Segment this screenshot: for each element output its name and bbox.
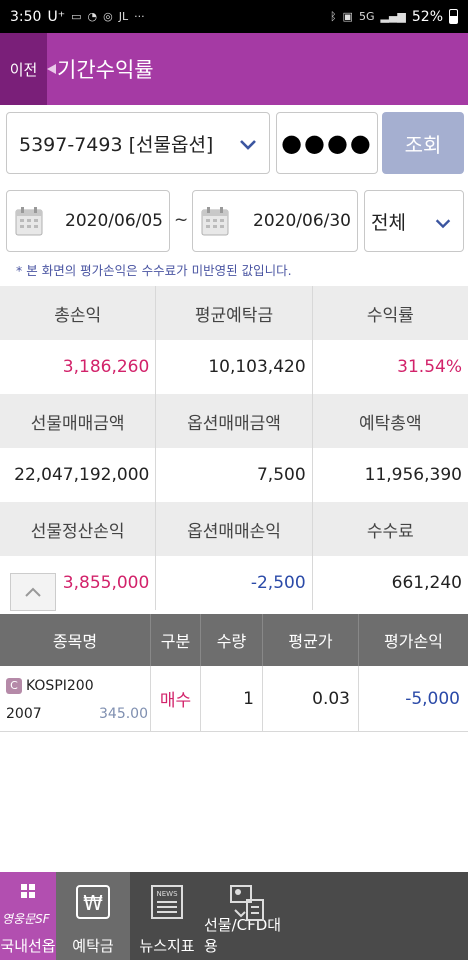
futures-trade-amount-label: 선물매매금액 [0, 394, 157, 448]
options-trade-amount-label: 옵션매매금액 [156, 394, 313, 448]
won-icon: ₩ [76, 885, 110, 919]
nav-domestic-futures-options[interactable]: 영웅문SF 국내선옵 [0, 872, 56, 960]
title-bar: 이전 기간수익률 [0, 33, 468, 105]
options-trade-pnl-value: -2,500 [156, 556, 313, 610]
options-trade-pnl-label: 옵션매매손익 [156, 502, 313, 556]
col-header-name: 종목명 [0, 614, 151, 666]
password-field[interactable]: ●●●● [276, 112, 378, 174]
page-title: 기간수익률 [57, 58, 154, 82]
col-header-eval-pnl: 평가손익 [384, 632, 443, 651]
eval-pnl-cell: -5,000 [405, 688, 460, 709]
clock: 3:50 [10, 8, 42, 25]
avg-deposit-label: 평균예탁금 [156, 286, 313, 340]
return-rate-label: 수익률 [366, 305, 414, 326]
password-mask: ●●●● [281, 129, 373, 157]
calendar-icon [201, 207, 229, 236]
news-icon: NEWS [151, 885, 183, 919]
chat-icon: ◔ [87, 10, 98, 23]
search-label: 조회 [404, 132, 442, 157]
status-bar: 3:50 U⁺ ▭ ◔ ◎ JL ··· ᛒ ▣ 5G ▂▄▆ 52% [0, 0, 468, 33]
bluetooth-icon: ᛒ [329, 10, 337, 23]
summary-header-row: 총손익 평균예탁금 수익률 [0, 286, 468, 340]
summary-header-row: 선물매매금액 옵션매매금액 예탁총액 [0, 394, 468, 448]
battery-icon [449, 9, 458, 24]
type-value: 전체 [371, 211, 406, 234]
nav-label: 뉴스지표 [139, 937, 195, 955]
jl-icon: JL [118, 10, 129, 23]
battery-percent: 52% [411, 8, 443, 25]
collapse-button[interactable] [10, 573, 56, 611]
options-trade-amount-value: 7,500 [156, 448, 313, 502]
end-date-field[interactable]: 2020/06/30 [192, 190, 358, 252]
notice-text: * 본 화면의 평가손익은 수수료가 미반영된 값입니다. [16, 263, 292, 278]
total-deposit-label: 예탁총액 [359, 413, 422, 434]
collateral-doc-icon [230, 885, 264, 921]
total-pnl-value: 3,186,260 [0, 340, 157, 394]
back-button[interactable]: 이전 [0, 33, 56, 105]
svg-text:NEWS: NEWS [156, 890, 178, 898]
nav-label: 국내선옵 [0, 937, 56, 955]
signal-icon: ▂▄▆ [380, 10, 406, 23]
chevron-down-icon [240, 140, 256, 150]
commission-value: 661,240 [391, 573, 462, 593]
table-header: 종목명 구분 수량 평균가 평가손익 [0, 614, 468, 666]
start-date-value: 2020/06/05 [65, 211, 163, 231]
summary-value-row: 3,186,260 10,103,420 31.54% [0, 340, 468, 394]
network-type: 5G [358, 10, 375, 23]
nav-deposit[interactable]: ₩ 예탁금 [56, 872, 130, 960]
qty-cell: 1 [201, 666, 263, 731]
holdings-table: 종목명 구분 수량 평균가 평가손익 C KOSPI200 2007 345.0… [0, 614, 468, 732]
start-date-field[interactable]: 2020/06/05 [6, 190, 170, 252]
summary-header-row: 선물정산손익 옵션매매손익 수수료 [0, 502, 468, 556]
account-value: 5397-7493 [선물옵션] [19, 133, 214, 156]
return-rate-value: 31.54% [397, 357, 462, 377]
talk-icon: ◎ [103, 10, 113, 23]
instrument-name: KOSPI200 [26, 677, 94, 694]
col-header-qty: 수량 [201, 614, 263, 666]
table-row[interactable]: C KOSPI200 2007 345.00 매수 1 0.03 -5,000 [0, 666, 468, 732]
chevron-down-icon [435, 219, 451, 229]
query-row: 5397-7493 [선물옵션] ●●●● 조회 [6, 112, 464, 174]
chevron-up-icon [25, 587, 41, 597]
back-label: 이전 [9, 60, 38, 79]
message-icon: ▭ [71, 10, 82, 23]
futures-trade-amount-value: 22,047,192,000 [0, 448, 157, 502]
avg-price-cell: 0.03 [263, 666, 359, 731]
commission-label: 수수료 [366, 521, 414, 542]
avg-deposit-value: 10,103,420 [156, 340, 313, 394]
side-cell: 매수 [151, 666, 201, 731]
nav-news-indicators[interactable]: NEWS 뉴스지표 [130, 872, 204, 960]
summary-value-row: 3,855,000 -2,500 661,240 [0, 556, 468, 610]
more-icon: ··· [134, 10, 145, 23]
nav-futures-cfd-collateral[interactable]: 선물/CFD대용 [204, 872, 294, 960]
carrier-label: U⁺ [47, 8, 66, 25]
brand-logo: 영웅문SF [2, 912, 50, 926]
menu-grid-icon [21, 884, 35, 898]
date-separator: ~ [174, 210, 189, 230]
account-select[interactable]: 5397-7493 [선물옵션] [6, 112, 270, 174]
col-header-side: 구분 [151, 614, 201, 666]
instrument-strike: 345.00 [99, 705, 148, 722]
instrument-expiry: 2007 [6, 705, 42, 722]
total-deposit-value: 11,956,390 [364, 465, 462, 485]
call-badge: C [6, 677, 22, 694]
search-button[interactable]: 조회 [382, 112, 464, 174]
instrument-cell: C KOSPI200 2007 345.00 [0, 666, 151, 731]
col-header-avg-price: 평균가 [263, 614, 359, 666]
bottom-nav: 영웅문SF 국내선옵 ₩ 예탁금 NEWS 뉴스지표 선물/CFD대용 [0, 872, 468, 960]
end-date-value: 2020/06/30 [253, 211, 351, 231]
summary-grid: 총손익 평균예탁금 수익률 3,186,260 10,103,420 31.54… [0, 286, 468, 611]
summary-value-row: 22,047,192,000 7,500 11,956,390 [0, 448, 468, 502]
nfc-icon: ▣ [342, 10, 353, 23]
svg-text:₩: ₩ [83, 891, 103, 915]
type-select[interactable]: 전체 [364, 190, 464, 252]
period-row: 2020/06/05 ~ 2020/06/30 전체 [6, 190, 464, 252]
total-pnl-label: 총손익 [0, 286, 157, 340]
calendar-icon [15, 207, 43, 236]
nav-label: 예탁금 [72, 937, 114, 955]
futures-settlement-pnl-label: 선물정산손익 [0, 502, 157, 556]
